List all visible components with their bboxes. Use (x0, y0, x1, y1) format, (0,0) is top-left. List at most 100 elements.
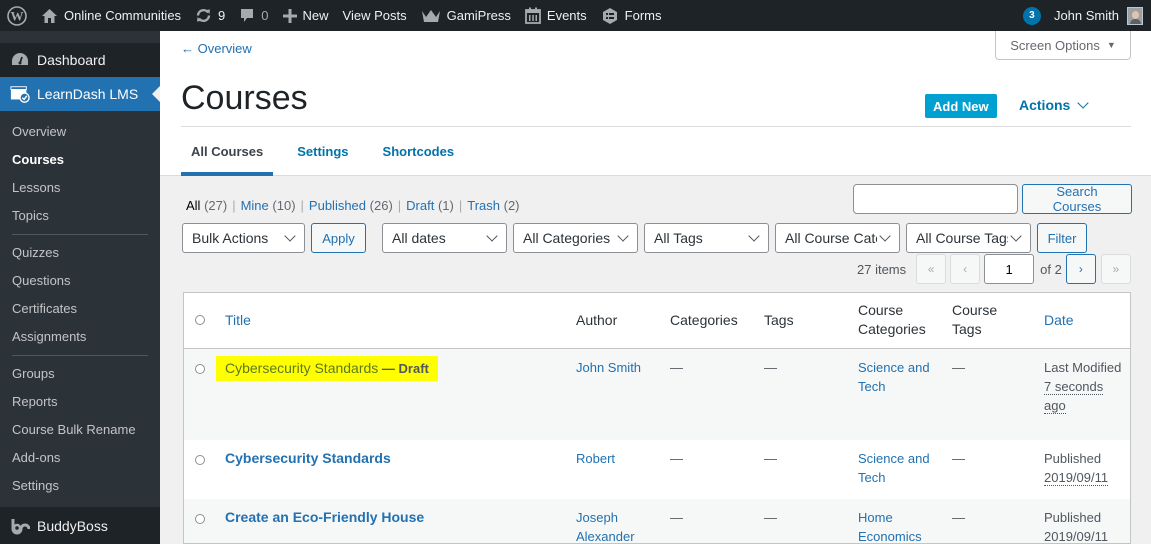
updates-link[interactable]: 9 (188, 0, 232, 31)
screen-options-button[interactable]: Screen Options ▼ (995, 31, 1131, 60)
view-trash[interactable]: Trash (2) (467, 198, 519, 213)
course-categories-filter-select[interactable]: All Course Categories (775, 223, 900, 253)
sidebar-item-course-bulk-rename[interactable]: Course Bulk Rename (0, 416, 160, 444)
courses-table: Title Author Categories Tags Course Cate… (183, 292, 1131, 544)
sidebar-item-lessons[interactable]: Lessons (0, 174, 160, 202)
sidebar-item-topics[interactable]: Topics (0, 202, 160, 230)
svg-text:W: W (11, 8, 24, 23)
author-link[interactable]: John Smith (576, 360, 641, 375)
first-page-button: « (916, 254, 947, 284)
tab-settings[interactable]: Settings (287, 128, 358, 174)
comments-link[interactable]: 0 (232, 0, 275, 31)
view-published[interactable]: Published (26) (309, 198, 393, 213)
dates-filter-select[interactable]: All dates (382, 223, 507, 253)
sidebar-item-add-ons[interactable]: Add-ons (0, 444, 160, 472)
author-link[interactable]: Robert (576, 451, 615, 466)
forms-icon (601, 7, 619, 25)
course-title-link[interactable]: Cybersecurity Standards (225, 450, 391, 466)
tab-all-courses[interactable]: All Courses (181, 128, 274, 176)
course-tags-cell: — (944, 499, 1036, 543)
sidebar-item-dashboard[interactable]: Dashboard (0, 43, 160, 77)
course-title-link[interactable]: Create an Eco-Friendly House (225, 509, 424, 525)
next-page-button[interactable]: › (1065, 254, 1096, 284)
avatar[interactable] (1127, 6, 1143, 25)
categories-filter-select[interactable]: All Categories (513, 223, 638, 253)
events-label: Events (546, 8, 587, 23)
learndash-submenu: Overview Courses Lessons Topics Quizzes … (0, 111, 160, 508)
tab-shortcodes[interactable]: Shortcodes (373, 128, 465, 174)
filter-button[interactable]: Filter (1037, 223, 1087, 253)
apply-button[interactable]: Apply (311, 223, 366, 253)
course-tags-filter-select[interactable]: All Course Tags (906, 223, 1031, 253)
search-courses-button[interactable]: Search Courses (1022, 184, 1132, 214)
chevron-down-icon (617, 230, 629, 242)
search-box: Search Courses (853, 184, 1132, 214)
actions-dropdown[interactable]: Actions (1019, 96, 1090, 113)
add-new-button[interactable]: Add New (925, 94, 997, 118)
my-account[interactable]: 3 John Smith (1022, 0, 1151, 31)
gamipress-link[interactable]: GamiPress (414, 0, 518, 31)
course-title-link[interactable]: Cybersecurity Standards (225, 360, 378, 376)
sidebar-item-courses[interactable]: Courses (0, 146, 160, 174)
bulk-actions-select[interactable]: Bulk Actions (182, 223, 305, 253)
chevron-down-icon (1010, 230, 1022, 242)
row-checkbox[interactable] (195, 455, 205, 465)
sidebar-item-learndash[interactable]: LearnDash LMS (0, 77, 160, 111)
row-checkbox[interactable] (195, 514, 205, 524)
date-status: Last Modified (1044, 359, 1122, 375)
course-tags-cell: — (944, 348, 1036, 440)
wordpress-icon: W (7, 5, 27, 26)
view-all[interactable]: All (27) (186, 198, 227, 213)
prev-page-button: ‹ (950, 254, 981, 284)
column-title-sort[interactable]: Title (225, 312, 251, 328)
tags-filter-select[interactable]: All Tags (644, 223, 769, 253)
site-name: Online Communities (64, 8, 182, 23)
course-category-link[interactable]: Science and Tech (858, 360, 930, 394)
view-mine[interactable]: Mine (10) (241, 198, 296, 213)
dashboard-icon (10, 50, 30, 70)
chevron-down-icon (284, 230, 296, 242)
tags-cell: — (756, 348, 850, 440)
plus-icon (282, 8, 297, 23)
pagination: 27 items « ‹ of 2 › » (857, 254, 1131, 284)
column-tags: Tags (756, 293, 850, 349)
date-status: Published (1044, 510, 1102, 525)
comment-icon (239, 7, 255, 24)
forms-link[interactable]: Forms (594, 0, 669, 31)
user-name[interactable]: John Smith (1054, 8, 1119, 23)
column-date-sort[interactable]: Date (1044, 312, 1074, 328)
total-pages: of 2 (1040, 261, 1062, 277)
course-category-link[interactable]: Home Economics (858, 510, 922, 543)
current-page-input[interactable] (984, 254, 1035, 284)
site-name-link[interactable]: Online Communities (34, 0, 188, 31)
sidebar-item-certificates[interactable]: Certificates (0, 295, 160, 323)
sidebar-item-assignments[interactable]: Assignments (0, 323, 160, 351)
learndash-icon (10, 84, 30, 104)
calendar-icon (525, 7, 541, 24)
categories-cell: — (670, 451, 683, 466)
sidebar-item-overview[interactable]: Overview (0, 118, 160, 146)
sidebar-item-settings[interactable]: Settings (0, 472, 160, 500)
notifications-badge[interactable]: 3 (1022, 6, 1041, 25)
view-draft[interactable]: Draft (1) (406, 198, 454, 213)
course-category-link[interactable]: Science and Tech (858, 451, 930, 485)
highlighted-title: Cybersecurity Standards — Draft (216, 355, 438, 381)
back-to-overview-link[interactable]: ← Overview (181, 41, 252, 56)
new-content-link[interactable]: New (276, 0, 336, 31)
select-all-checkbox[interactable] (195, 314, 205, 325)
sidebar-item-quizzes[interactable]: Quizzes (0, 239, 160, 267)
author-link[interactable]: Joseph Alexander (576, 510, 635, 543)
screen-options-label: Screen Options (1010, 37, 1100, 53)
view-posts-link[interactable]: View Posts (336, 0, 414, 31)
sidebar-item-reports[interactable]: Reports (0, 388, 160, 416)
table-row: Cybersecurity Standards — Draft John Smi… (184, 348, 1130, 440)
sidebar-item-questions[interactable]: Questions (0, 267, 160, 295)
date-value: 2019/09/11 (1044, 529, 1109, 544)
table-row: Cybersecurity Standards Robert — — Scien… (184, 440, 1130, 499)
wordpress-logo-button[interactable]: W (0, 0, 34, 31)
sidebar-item-groups[interactable]: Groups (0, 360, 160, 388)
row-checkbox[interactable] (195, 363, 205, 374)
events-link[interactable]: Events (518, 0, 594, 31)
sidebar-item-buddyboss[interactable]: BuddyBoss (0, 507, 160, 544)
search-input[interactable] (853, 184, 1018, 214)
